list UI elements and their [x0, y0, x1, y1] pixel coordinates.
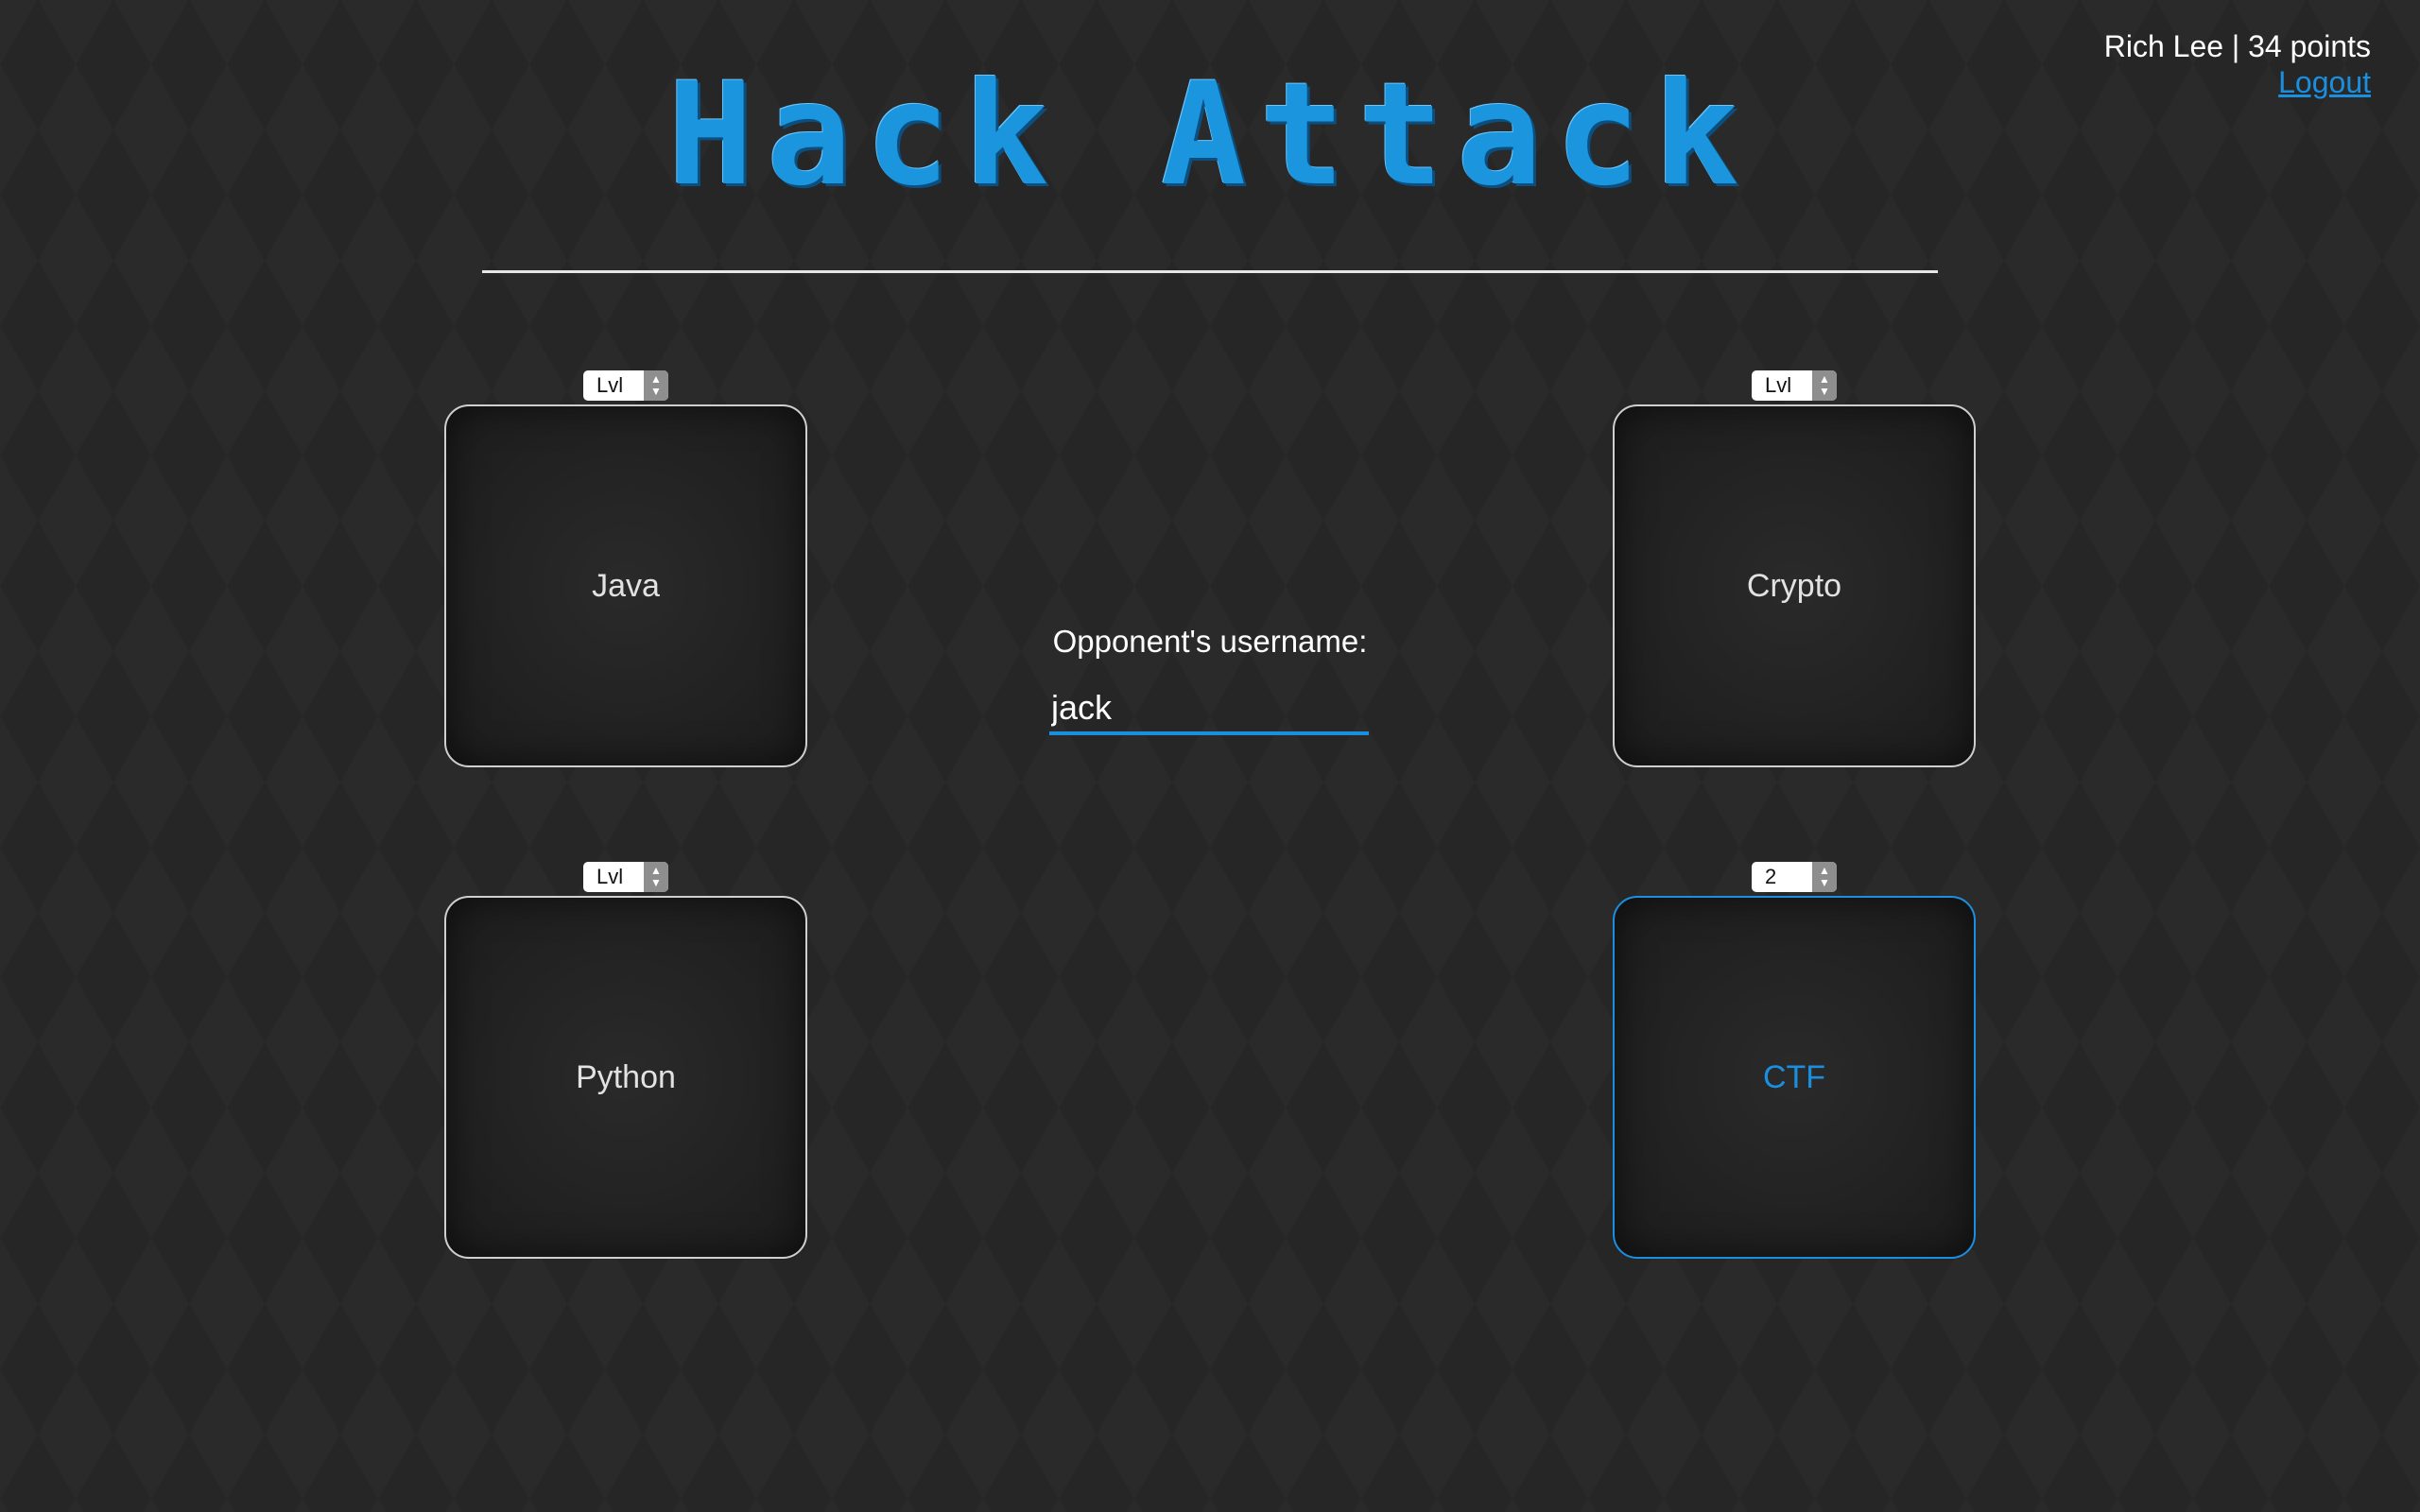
- user-points: Rich Lee | 34 points: [2103, 29, 2371, 63]
- up-down-arrows-icon: ▲ ▼: [644, 370, 668, 401]
- divider: [482, 270, 1938, 273]
- tile-label: Java: [592, 567, 660, 604]
- tile-label: Python: [576, 1058, 676, 1095]
- opponent-username-input[interactable]: [1049, 684, 1369, 735]
- level-select-python[interactable]: Lvl ▲ ▼: [583, 862, 668, 892]
- tile-crypto-group: Lvl ▲ ▼ Crypto: [1613, 370, 1976, 767]
- level-select-ctf[interactable]: 2 ▲ ▼: [1752, 862, 1837, 892]
- tile-python-group: Lvl ▲ ▼ Python: [444, 862, 807, 1259]
- tile-crypto[interactable]: Crypto: [1613, 404, 1976, 767]
- opponent-form: Opponent's username:: [1049, 624, 1371, 735]
- tile-java-group: Lvl ▲ ▼ Java: [444, 370, 807, 767]
- tile-label: CTF: [1762, 1058, 1826, 1095]
- up-down-arrows-icon: ▲ ▼: [644, 862, 668, 892]
- up-down-arrows-icon: ▲ ▼: [1812, 370, 1837, 401]
- opponent-label: Opponent's username:: [1052, 624, 1368, 659]
- tile-python[interactable]: Python: [444, 896, 807, 1259]
- level-select-value: 2: [1765, 865, 1777, 888]
- level-select-java[interactable]: Lvl ▲ ▼: [583, 370, 668, 401]
- level-select-value: Lvl: [596, 373, 624, 397]
- level-select-value: Lvl: [1765, 373, 1792, 397]
- up-down-arrows-icon: ▲ ▼: [1812, 862, 1837, 892]
- page-title: Hack Attack: [667, 53, 1753, 217]
- level-select-value: Lvl: [596, 865, 624, 888]
- tile-ctf[interactable]: CTF: [1613, 896, 1976, 1259]
- tile-java[interactable]: Java: [444, 404, 807, 767]
- hack-attack-page: Rich Lee | 34 points Logout Hack Attack …: [0, 0, 2420, 1512]
- tile-ctf-group: 2 ▲ ▼ CTF: [1613, 862, 1976, 1259]
- level-select-crypto[interactable]: Lvl ▲ ▼: [1752, 370, 1837, 401]
- tile-label: Crypto: [1746, 567, 1842, 604]
